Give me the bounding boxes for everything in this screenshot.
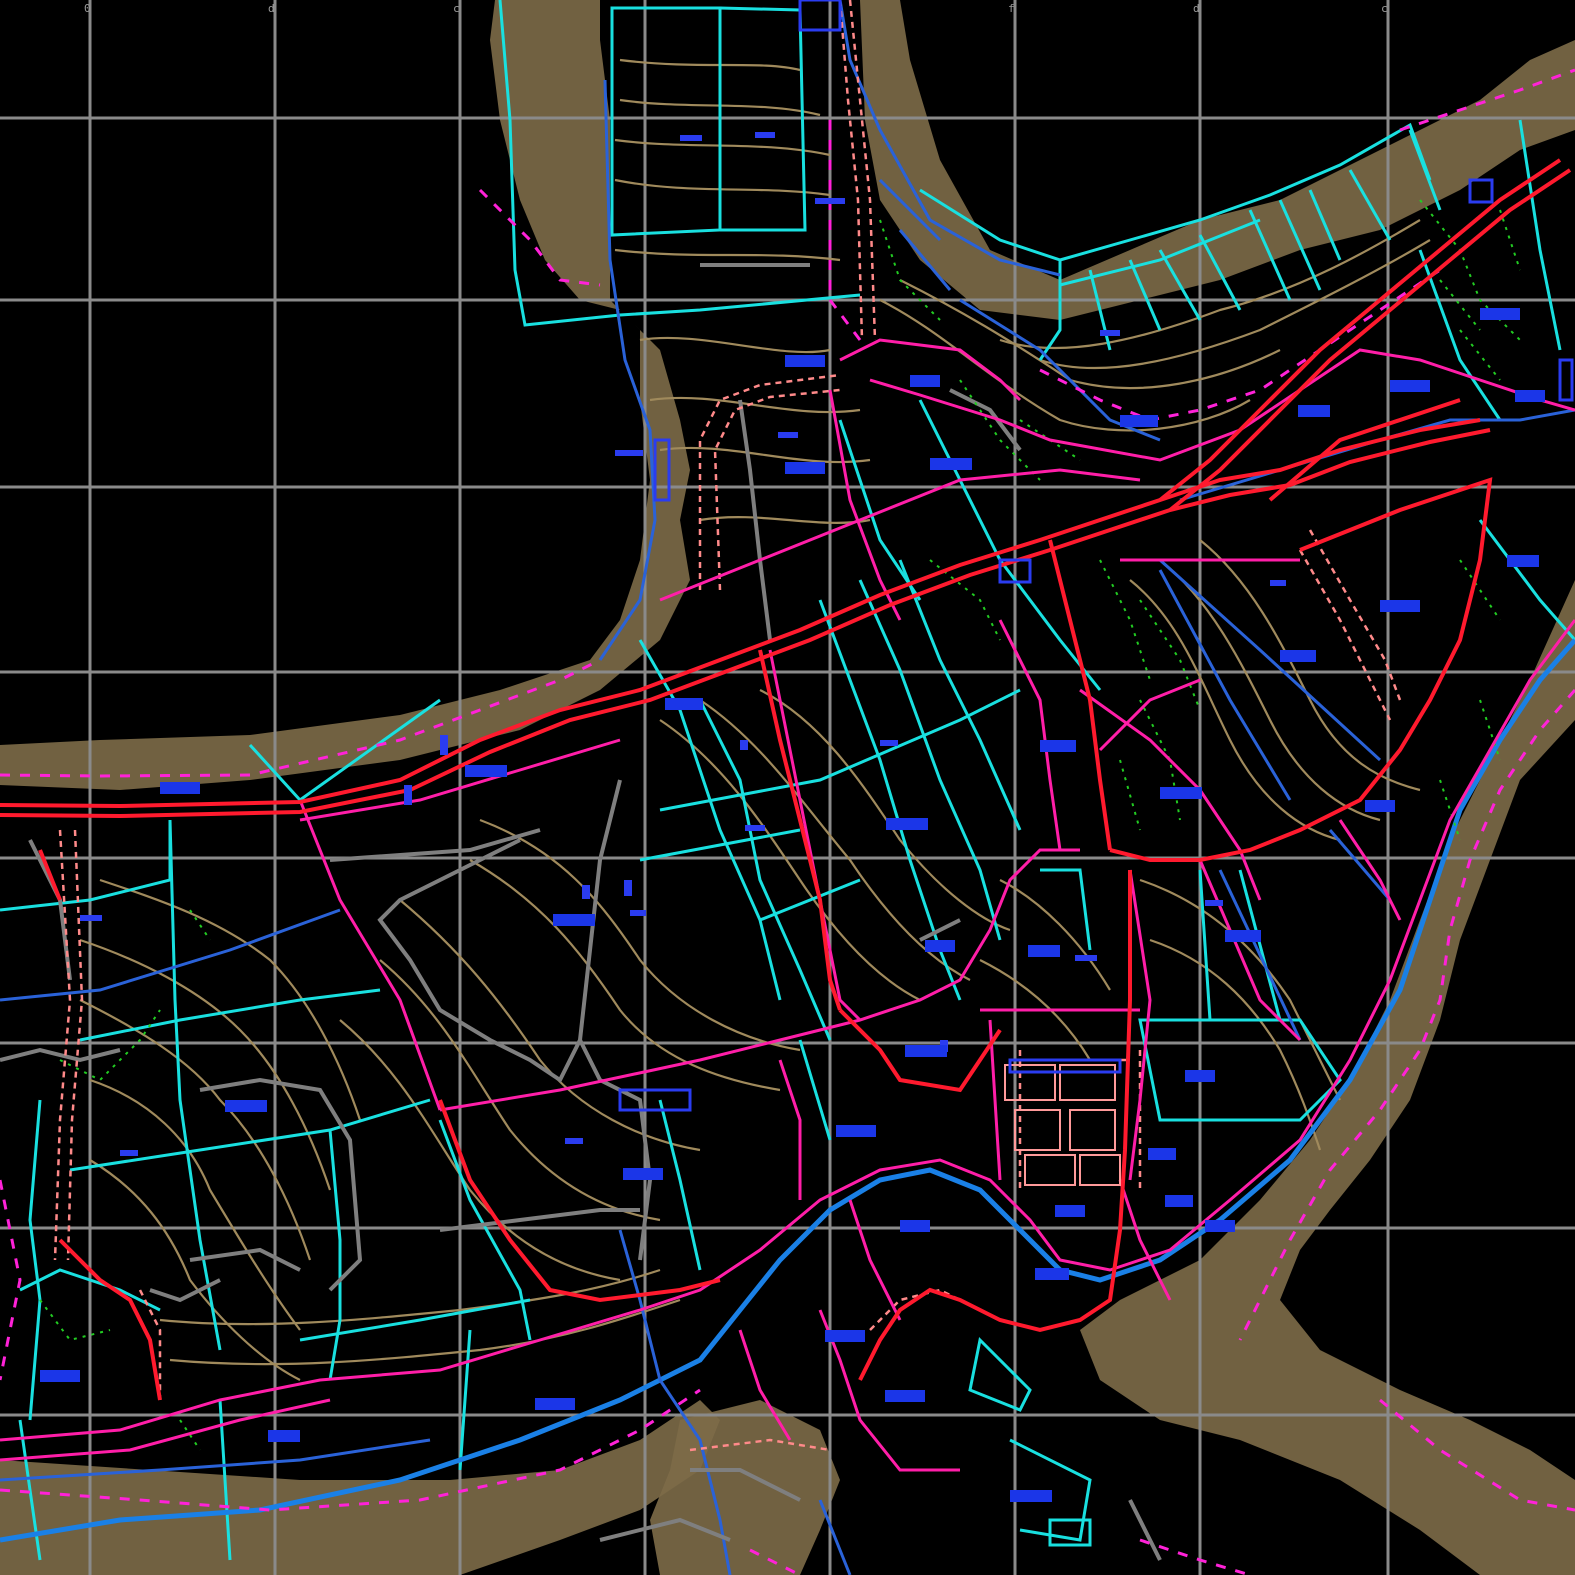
plot-label [1298,405,1330,417]
plot-label [930,458,972,470]
plot-label [905,1045,947,1057]
plot-label [1480,308,1520,320]
plot-label [1225,930,1261,942]
plot-label [1120,415,1158,427]
plot-label [1028,945,1060,957]
plot-label [1055,1205,1085,1217]
plot-label [1185,1070,1215,1082]
plot-label [1365,800,1395,812]
grid-label: 0 [84,2,91,15]
boundary-dashed [0,68,1575,1575]
cad-map-viewport[interactable]: 0 d c f d c [0,0,1575,1575]
grid-label: c [1381,2,1388,15]
grid-label: f [1008,2,1015,15]
plot-label [885,1390,925,1402]
plot-label [910,375,940,387]
plot-label [785,355,825,367]
plot-label [160,782,200,794]
plot-label [1160,787,1202,799]
plot-label [1165,1195,1193,1207]
secondary-roads [0,338,1575,1472]
grid-label: d [268,2,275,15]
plot-label [836,1125,876,1137]
grid-label: d [1193,2,1200,15]
plot-label [825,1330,865,1342]
plot-label [1010,1490,1052,1502]
plot-label [1507,555,1539,567]
plot-label [1515,390,1545,402]
plot-label [886,818,928,830]
plot-label [785,462,825,474]
plot-label [623,1168,663,1180]
plot-label [1390,380,1430,392]
plot-label [1148,1148,1176,1160]
topographic-map: 0 d c f d c [0,0,1575,1575]
plot-label [40,1370,80,1382]
plot-label [1280,650,1316,662]
plot-label [1380,600,1420,612]
plot-label [1035,1268,1069,1280]
plot-label [535,1398,575,1410]
plot-label [268,1430,300,1442]
plot-label [1205,1220,1235,1232]
plot-label [900,1220,930,1232]
grid-label: c [453,2,460,15]
plot-label [225,1100,267,1112]
plot-label [1040,740,1076,752]
plot-label [925,940,955,952]
plot-label [665,698,703,710]
plot-label [465,765,507,777]
plot-label [553,914,595,926]
